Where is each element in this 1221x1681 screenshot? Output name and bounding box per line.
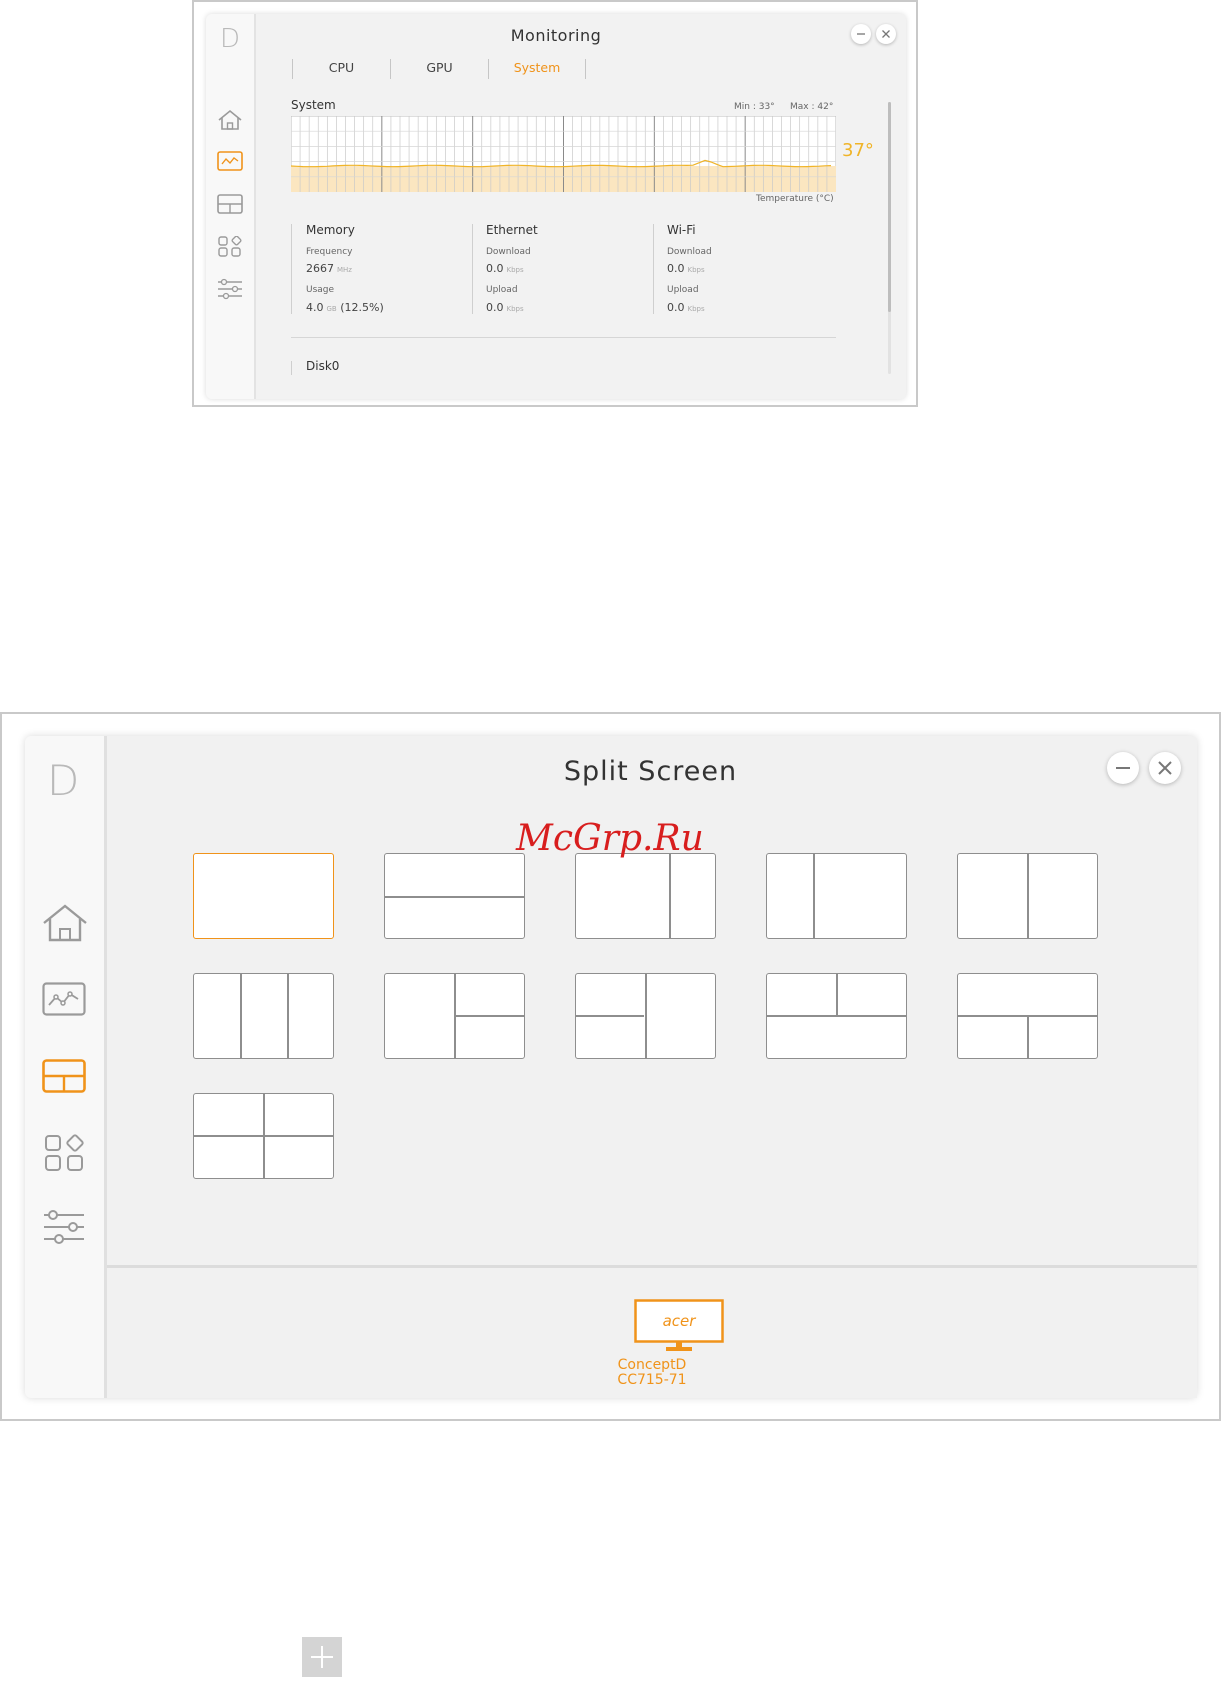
layout-three-columns[interactable] — [193, 973, 334, 1059]
minimize-icon — [1116, 767, 1130, 769]
monitor-icon[interactable]: acer — [634, 1299, 724, 1353]
ethernet-upload-value: 0.0 Kbps — [486, 301, 524, 314]
watermark: McGrp.Ru — [516, 818, 704, 859]
layout-divider — [240, 974, 242, 1058]
layout-divider — [576, 1015, 644, 1017]
home-icon[interactable] — [42, 904, 88, 942]
layout-divider — [287, 974, 289, 1058]
monitor-name-line1: ConceptD — [617, 1357, 687, 1373]
app-logo: D — [47, 756, 80, 805]
system-label: System — [291, 98, 336, 112]
tab-system[interactable]: System — [489, 58, 585, 78]
scrollbar-thumb[interactable] — [888, 102, 891, 312]
max-temp-label: Max : 42° — [790, 102, 834, 112]
section-separator — [653, 224, 654, 314]
sidebar: D — [25, 736, 107, 1398]
settings-icon[interactable] — [43, 1208, 85, 1246]
ethernet-download-value: 0.0 Kbps — [486, 262, 524, 275]
wifi-title: Wi-Fi — [667, 223, 696, 237]
layout-left-plus-right-split[interactable] — [384, 973, 525, 1059]
layout-top-bottom[interactable] — [384, 853, 525, 939]
close-button[interactable] — [1149, 752, 1181, 784]
wifi-upload-label: Upload — [667, 285, 699, 295]
current-temperature: 37° — [842, 140, 874, 161]
layout-full[interactable] — [193, 853, 334, 939]
frequency-label: Frequency — [306, 247, 353, 257]
layout-divider — [669, 854, 671, 938]
home-icon[interactable] — [217, 109, 243, 131]
section-separator — [291, 224, 292, 314]
layout-divider — [645, 974, 647, 1058]
minimize-button[interactable] — [851, 24, 871, 44]
frequency-value: 2667 MHz — [306, 262, 352, 275]
layout-four-quadrants[interactable] — [193, 1093, 334, 1179]
layout-divider — [194, 1135, 333, 1137]
plus-icon — [311, 1646, 333, 1668]
wifi-upload-value: 0.0 Kbps — [667, 301, 705, 314]
section-separator — [291, 361, 292, 375]
layout-divider — [836, 974, 838, 1015]
wifi-download-label: Download — [667, 247, 712, 257]
ethernet-download-label: Download — [486, 247, 531, 257]
layout-top-split-plus-bottom[interactable] — [766, 973, 907, 1059]
layout-divider — [1027, 1015, 1029, 1058]
close-icon — [882, 30, 890, 38]
memory-title: Memory — [306, 223, 355, 237]
temperature-axis-label: Temperature (°C) — [756, 194, 834, 204]
scrollbar-track[interactable] — [888, 102, 891, 374]
monitor-name[interactable]: ConceptD CC715-71 — [107, 1358, 1197, 1388]
apps-icon[interactable] — [44, 1134, 84, 1172]
temperature-chart — [291, 116, 836, 192]
layout-divider — [767, 1015, 906, 1017]
layout-wide-right[interactable] — [766, 853, 907, 939]
layout-divider — [454, 1015, 524, 1017]
split-screen-icon[interactable] — [42, 1059, 86, 1093]
usage-label: Usage — [306, 285, 335, 295]
monitor-name-line2: CC715-71 — [617, 1372, 687, 1388]
layout-left-right[interactable] — [957, 853, 1098, 939]
split-screen-icon[interactable] — [217, 194, 243, 214]
monitoring-window: D Monitoring CPU GPU System System Min:… — [206, 14, 906, 399]
section-separator — [472, 224, 473, 314]
layout-top-plus-bottom-split[interactable] — [957, 973, 1098, 1059]
disk0-title: Disk0 — [306, 359, 340, 373]
monitoring-icon[interactable] — [217, 151, 243, 171]
settings-icon[interactable] — [217, 278, 243, 300]
layout-left-split-plus-right[interactable] — [575, 973, 716, 1059]
layout-divider — [1027, 854, 1029, 938]
layout-wide-left[interactable] — [575, 853, 716, 939]
tab-cpu[interactable]: CPU — [293, 58, 390, 78]
wifi-download-value: 0.0 Kbps — [667, 262, 705, 275]
minimize-icon — [857, 33, 865, 35]
ethernet-upload-label: Upload — [486, 285, 518, 295]
close-icon — [1158, 761, 1172, 775]
layout-divider — [813, 854, 815, 938]
monitor-panel: acer ConceptD CC715-71 — [107, 1265, 1197, 1398]
window-title: Monitoring — [510, 26, 602, 45]
minimize-button[interactable] — [1107, 752, 1139, 784]
tab-gpu[interactable]: GPU — [391, 58, 488, 78]
sidebar: D — [206, 14, 256, 399]
tab-separator — [585, 59, 586, 79]
layout-divider — [385, 896, 524, 898]
min-temp-label: Min : 33° — [734, 102, 775, 112]
monitoring-icon[interactable] — [42, 982, 86, 1016]
usage-value: 4.0 GB (12.5%) — [306, 301, 384, 314]
apps-icon[interactable] — [218, 236, 242, 258]
ethernet-title: Ethernet — [486, 223, 538, 237]
window-title: Split Screen — [563, 756, 738, 787]
close-button[interactable] — [876, 24, 896, 44]
add-button[interactable] — [302, 1637, 342, 1677]
monitor-brand-logo: acer — [663, 1312, 697, 1330]
divider — [291, 337, 836, 338]
